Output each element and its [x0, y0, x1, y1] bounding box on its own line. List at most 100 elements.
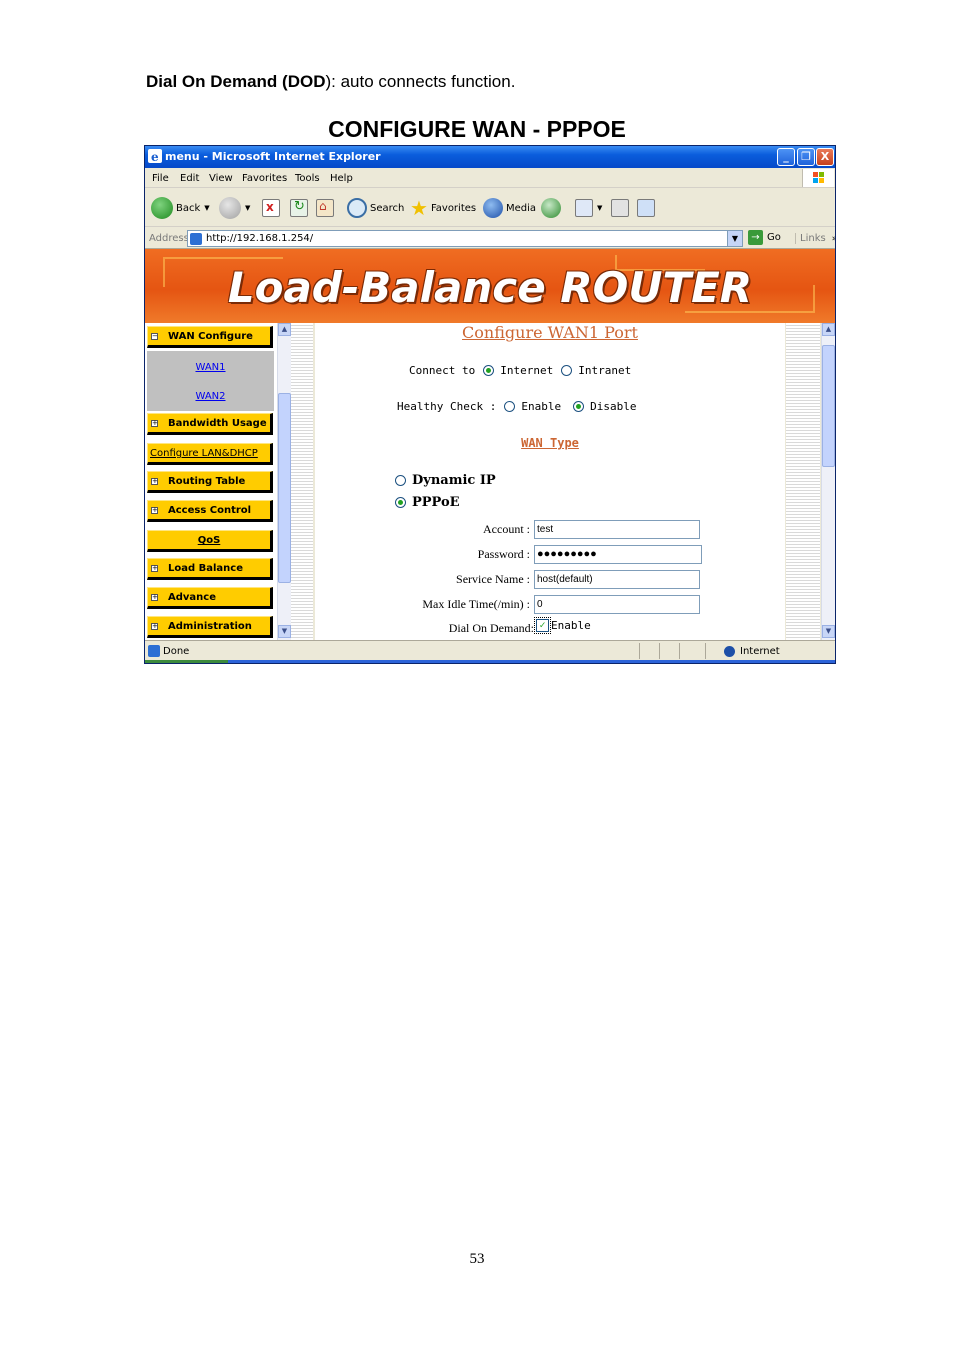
links-button[interactable]: Links » [795, 233, 835, 244]
healthy-enable-radio[interactable] [504, 401, 516, 412]
minimize-button[interactable]: _ [777, 148, 795, 166]
menu-view[interactable]: View [209, 173, 233, 184]
nav-qos[interactable]: QoS [147, 530, 273, 552]
status-divider [639, 643, 640, 659]
connect-internet-radio[interactable] [483, 365, 495, 376]
forward-button[interactable]: ▼ [219, 196, 250, 220]
scroll-up-icon[interactable]: ▲ [278, 323, 291, 336]
window-title: menu - Microsoft Internet Explorer [165, 150, 381, 163]
expand-icon: + [151, 419, 158, 427]
print-button[interactable] [611, 196, 629, 220]
connect-intranet-radio[interactable] [561, 365, 573, 376]
links-chevron-icon: » [832, 234, 835, 244]
nav-administration-label: Administration [168, 621, 252, 632]
nav-bandwidth-usage[interactable]: + Bandwidth Usage [147, 413, 273, 435]
content-scroll-thumb[interactable] [822, 345, 835, 467]
dial-on-demand-checkbox[interactable]: ✓ [534, 617, 551, 634]
history-button[interactable] [541, 196, 561, 220]
menu-file[interactable]: File [152, 173, 169, 184]
address-dropdown-icon[interactable]: ▼ [727, 231, 742, 246]
go-arrow-icon: → [748, 230, 763, 245]
ie-logo-icon: e [148, 149, 162, 163]
password-input[interactable]: ●●●●●●●●● [534, 545, 702, 564]
windows-flag-icon [802, 169, 834, 187]
nav-configure-lan-dhcp-label: Configure LAN&DHCP [150, 448, 258, 459]
nav-wan-configure[interactable]: − WAN Configure [147, 326, 273, 348]
healthy-disable-radio[interactable] [573, 401, 585, 412]
forward-dropdown-icon: ▼ [245, 204, 251, 212]
svg-text:e: e [151, 150, 159, 163]
scroll-down-icon[interactable]: ▼ [278, 625, 291, 638]
address-input[interactable]: http://192.168.1.254/ ▼ [187, 230, 743, 247]
home-button[interactable]: ⌂ [316, 196, 334, 220]
password-label: Password : [477, 547, 530, 561]
intro-description: ): auto connects function. [325, 72, 516, 91]
frame-divider-right[interactable] [786, 323, 820, 640]
nav-scrollbar[interactable]: ▲ ▼ [277, 323, 291, 640]
scroll-up-icon[interactable]: ▲ [822, 323, 835, 336]
connect-intranet-label: Intranet [578, 364, 632, 377]
back-button[interactable]: Back ▼ [151, 196, 210, 220]
expand-icon: + [151, 506, 158, 514]
restore-button[interactable]: ❐ [797, 148, 815, 166]
forward-arrow-icon [219, 197, 241, 219]
edit-page-icon [637, 199, 655, 217]
status-divider [659, 643, 660, 659]
print-icon [611, 199, 629, 217]
menu-favorites[interactable]: Favorites [242, 173, 287, 184]
dial-on-demand-row: ✓ Enable [534, 617, 591, 634]
nav-routing-table[interactable]: + Routing Table [147, 471, 273, 493]
service-name-input[interactable]: host(default) [534, 570, 700, 589]
history-icon [541, 198, 561, 218]
expand-icon: + [151, 564, 158, 572]
nav-wan1-link[interactable]: WAN1 [147, 362, 274, 373]
refresh-button[interactable]: ↻ [290, 196, 308, 220]
max-idle-time-input[interactable]: 0 [534, 595, 700, 614]
dial-on-demand-label: Dial On Demand: [448, 621, 534, 635]
back-dropdown-icon: ▼ [204, 204, 210, 212]
go-button[interactable]: → Go [748, 230, 781, 245]
favorites-label: Favorites [430, 202, 477, 214]
address-label: Address [149, 233, 189, 244]
search-icon [347, 198, 367, 218]
edit-button[interactable] [637, 196, 655, 220]
media-button[interactable]: Media [483, 196, 536, 220]
menu-edit[interactable]: Edit [180, 173, 199, 184]
healthy-enable-label: Enable [521, 400, 562, 413]
nav-access-control[interactable]: + Access Control [147, 500, 273, 522]
stop-button[interactable]: x [262, 196, 280, 220]
menu-tools[interactable]: Tools [295, 173, 320, 184]
dynamic-ip-radio[interactable] [395, 475, 406, 486]
account-input[interactable]: test [534, 520, 700, 539]
nav-wan-configure-label: WAN Configure [168, 331, 253, 342]
media-label: Media [506, 202, 537, 214]
search-button[interactable]: Search [347, 196, 404, 220]
close-button[interactable]: X [816, 148, 834, 166]
status-bar: Done Internet [145, 640, 835, 660]
scroll-down-icon[interactable]: ▼ [822, 625, 835, 638]
healthy-check-label: Healthy Check : [397, 400, 497, 413]
pppoe-radio[interactable] [395, 497, 406, 508]
mail-button[interactable]: ▼ [575, 196, 602, 220]
nav-load-balance[interactable]: + Load Balance [147, 558, 273, 580]
connect-to-row: Connect to Internet Intranet [409, 364, 631, 377]
home-icon: ⌂ [316, 199, 334, 217]
back-arrow-icon [151, 197, 173, 219]
favorites-button[interactable]: ★ Favorites [410, 196, 476, 220]
nav-configure-lan-dhcp[interactable]: Configure LAN&DHCP [147, 443, 273, 465]
page-icon [190, 233, 202, 245]
status-text: Done [163, 646, 190, 657]
address-url: http://192.168.1.254/ [206, 233, 314, 244]
internet-globe-icon [724, 646, 735, 657]
frame-divider-left[interactable] [291, 323, 313, 640]
nav-scroll-thumb[interactable] [278, 393, 291, 583]
menu-help[interactable]: Help [330, 173, 353, 184]
nav-wan2-link[interactable]: WAN2 [147, 391, 274, 402]
nav-advance[interactable]: + Advance [147, 587, 273, 609]
toolbar: Back ▼ ▼ x ↻ ⌂ Search ★ Favorites Media … [145, 189, 835, 227]
title-bar: e menu - Microsoft Internet Explorer _ ❐… [145, 146, 835, 168]
content-scrollbar[interactable]: ▲ ▼ [821, 323, 835, 640]
back-label: Back [176, 202, 201, 214]
links-label: Links [800, 233, 826, 244]
nav-administration[interactable]: + Administration [147, 616, 273, 638]
